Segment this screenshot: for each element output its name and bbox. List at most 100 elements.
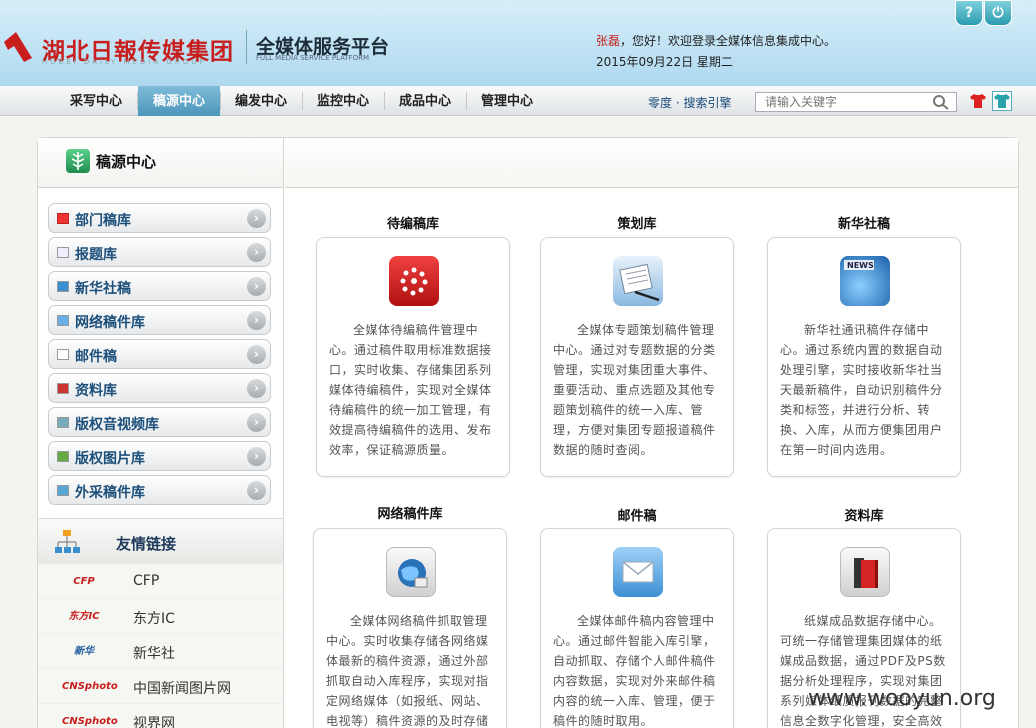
sidebar-item-label: 版权图片库 [75, 451, 145, 467]
nav-item-guanli[interactable]: 管理中心 [466, 86, 548, 116]
sitemap-icon [55, 530, 80, 553]
link-cns-photo[interactable]: CNSphoto 中国新闻图片网 [38, 669, 283, 704]
card-daibian[interactable]: 全媒体待编稿件管理中心。通过稿件取用标准数据接口，实时收集、存储集团系列媒体待编… [316, 237, 510, 477]
sidebar-item-label: 新华社稿 [75, 281, 131, 297]
nav-item-bianfa[interactable]: 编发中心 [220, 86, 302, 116]
web-icon [57, 315, 69, 326]
sidebar: 稿源中心 部门稿库 › 报题库 › 新华社稿 › 网络稿件库 › 邮件稿 › 资… [38, 138, 284, 728]
link-name: 新华社 [133, 646, 175, 662]
sidebar-item-label: 资料库 [75, 383, 117, 399]
card-title: 待编稿库 [386, 217, 439, 232]
friend-links-header: 友情链接 [38, 518, 283, 564]
link-shijie[interactable]: CNSphoto 视界网 [38, 704, 283, 728]
current-date: 2015年09月22日 星期二 [596, 55, 733, 69]
newspaper-pen-icon [613, 256, 663, 306]
card-description: 全媒体邮件稿内容管理中心。通过邮件智能入库引擎，自动抓取、存储个人邮件稿件内容数… [553, 614, 716, 728]
sidebar-item-baoti[interactable]: 报题库 › [48, 237, 271, 267]
main-nav: 采写中心 稿源中心 编发中心 监控中心 成品中心 管理中心 零度 · 搜索引擎 [0, 86, 1036, 116]
sidebar-item-label: 版权音视频库 [75, 417, 159, 433]
books-icon [57, 383, 69, 394]
card-xinhua[interactable]: NEWS 新华社通讯稿件存储中心。通过系统内置的数据自动处理引擎，实时接收新华社… [767, 237, 961, 477]
cnsphoto-logo: CNSphoto [62, 716, 118, 727]
news-globe-icon: NEWS [840, 256, 890, 306]
sidebar-item-label: 网络稿件库 [75, 315, 145, 331]
card-description: 全媒体专题策划稿件管理中心。通过对专题数据的分类管理，实现对集团重大事件、重要活… [553, 323, 716, 457]
logo-subtitle: HUBEI DAILY MEDIA GROUP [42, 58, 207, 66]
card-cehua[interactable]: 全媒体专题策划稿件管理中心。通过对专题数据的分类管理，实现对集团重大事件、重要活… [540, 237, 734, 477]
watermark: www.wooyun.org [808, 686, 996, 711]
sidebar-title-bar: 稿源中心 [38, 138, 283, 188]
chevron-right-icon: › [247, 481, 266, 500]
card-description: 全媒体网络稿件抓取管理中心。实时收集存储各网络媒体最新的稿件资源，通过外部抓取自… [326, 614, 489, 728]
logout-button[interactable]: ⏻ [984, 0, 1012, 26]
dongfang-ic-logo: 东方IC [68, 611, 100, 622]
svg-text:NEWS: NEWS [847, 261, 874, 270]
cnsphoto-logo: CNSphoto [62, 681, 118, 692]
sidebar-item-youjian[interactable]: 邮件稿 › [48, 339, 271, 369]
sidebar-item-xinhua[interactable]: 新华社稿 › [48, 271, 271, 301]
document-icon [57, 247, 69, 258]
search-engine-label: 零度 · 搜索引擎 [648, 96, 732, 110]
nav-item-jiankong[interactable]: 监控中心 [302, 86, 384, 116]
card-youjian[interactable]: 全媒体邮件稿内容管理中心。通过邮件智能入库引擎，自动抓取、存储个人邮件稿件内容数… [540, 528, 734, 728]
nav-item-gaoyuan[interactable]: 稿源中心 [138, 86, 220, 116]
sidebar-item-tupian[interactable]: 版权图片库 › [48, 441, 271, 471]
card-wangluo[interactable]: 全媒体网络稿件抓取管理中心。实时收集存储各网络媒体最新的稿件资源，通过外部抓取自… [313, 528, 507, 728]
xinhua-logo: 新华 [74, 646, 94, 657]
chevron-right-icon: › [247, 243, 266, 262]
sidebar-title: 稿源中心 [96, 153, 157, 171]
books-icon [840, 547, 890, 597]
card-description: 全媒体待编稿件管理中心。通过稿件取用标准数据接口，实时收集、存储集团系列媒体待编… [329, 323, 492, 457]
sidebar-item-waicai[interactable]: 外采稿件库 › [48, 475, 271, 505]
chevron-right-icon: › [247, 447, 266, 466]
logo-divider [246, 30, 247, 64]
card-title: 资料库 [844, 509, 884, 524]
search-input[interactable] [755, 92, 957, 112]
sidebar-item-label: 外采稿件库 [75, 485, 145, 501]
chevron-right-icon: › [247, 379, 266, 398]
link-dongfang-ic[interactable]: 东方IC 东方IC [38, 599, 283, 634]
theme-teal-shirt-icon[interactable] [992, 91, 1012, 111]
news-icon [57, 281, 69, 292]
link-cfp[interactable]: CFP CFP [38, 564, 283, 599]
content-area: 待编稿库 全媒体待编稿件管理中心。通过稿件取用标准数据接口，实时收集、存储集团系… [285, 138, 1018, 728]
sidebar-item-label: 邮件稿 [75, 349, 117, 365]
user-name[interactable]: 张磊 [596, 34, 620, 48]
logo-mark-icon [4, 32, 32, 62]
friend-links-title: 友情链接 [116, 535, 177, 553]
card-title: 网络稿件库 [377, 507, 443, 522]
department-icon [57, 213, 69, 224]
card-title: 邮件稿 [617, 509, 657, 524]
sidebar-item-bumen[interactable]: 部门稿库 › [48, 203, 271, 233]
sidebar-item-yinshipin[interactable]: 版权音视频库 › [48, 407, 271, 437]
card-description: 新华社通讯稿件存储中心。通过系统内置的数据自动处理引擎，实时接收新华社当天最新稿… [780, 323, 943, 457]
cfp-logo: CFP [73, 576, 95, 587]
nav-item-caixie[interactable]: 采写中心 [55, 86, 137, 116]
card-title: 策划库 [617, 217, 657, 232]
theme-red-shirt-icon[interactable] [969, 93, 987, 109]
dots-circle-icon [389, 256, 439, 306]
link-name: 视界网 [133, 716, 175, 728]
link-name: CFP [133, 573, 160, 589]
search-icon[interactable] [932, 94, 950, 110]
sidebar-item-wangluo[interactable]: 网络稿件库 › [48, 305, 271, 335]
chevron-right-icon: › [247, 277, 266, 296]
image-icon [57, 451, 69, 462]
chevron-right-icon: › [247, 413, 266, 432]
leaf-icon [66, 149, 90, 173]
envelope-icon [57, 349, 69, 360]
sidebar-item-label: 报题库 [75, 247, 117, 263]
main-panel: 稿源中心 部门稿库 › 报题库 › 新华社稿 › 网络稿件库 › 邮件稿 › 资… [37, 137, 1019, 728]
nav-item-chengpin[interactable]: 成品中心 [384, 86, 466, 116]
chevron-right-icon: › [247, 345, 266, 364]
link-xinhua[interactable]: 新华 新华社 [38, 634, 283, 669]
platform-subtitle: FULL MEDIA SERVICE PLATFORM [256, 54, 370, 62]
link-name: 中国新闻图片网 [133, 681, 231, 697]
header-banner: 湖北日報传媒集团 HUBEI DAILY MEDIA GROUP 全媒体服务平台… [0, 0, 1036, 86]
envelope-icon [613, 547, 663, 597]
sidebar-item-ziliao[interactable]: 资料库 › [48, 373, 271, 403]
sidebar-item-label: 部门稿库 [75, 213, 131, 229]
link-name: 东方IC [133, 611, 175, 627]
welcome-message: ，您好！欢迎登录全媒体信息集成中心。 [620, 34, 837, 48]
help-button[interactable]: ? [955, 0, 983, 26]
